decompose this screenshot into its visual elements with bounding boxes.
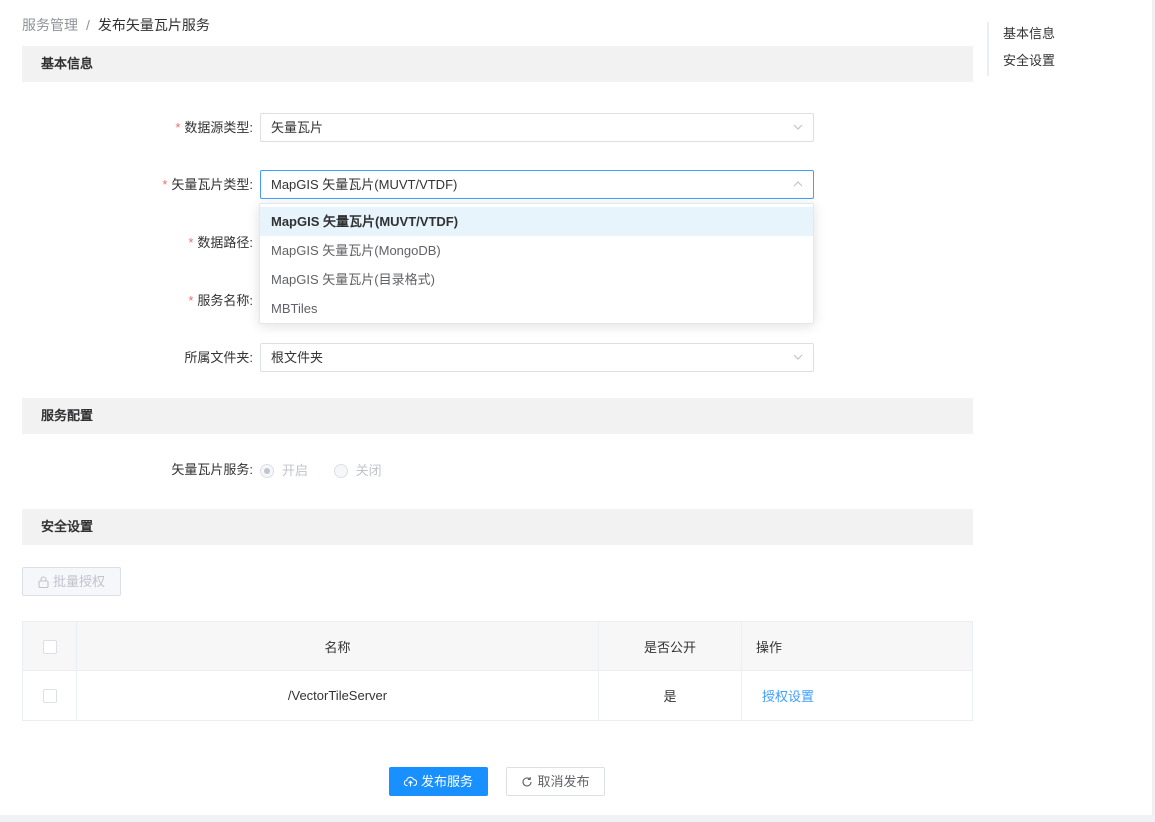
- datasource-type-value: 矢量瓦片: [271, 120, 324, 135]
- radio-disable-label: 关闭: [355, 462, 382, 478]
- radio-unchecked-icon: [333, 463, 348, 478]
- service-name-link[interactable]: /VectorTileServer: [76, 670, 599, 721]
- datasource-type-select[interactable]: 矢量瓦片: [260, 113, 814, 142]
- tile-type-value: MapGIS 矢量瓦片(MUVT/VTDF): [271, 177, 458, 192]
- required-mark: *: [188, 293, 194, 308]
- service-name-label-text: 服务名称:: [197, 293, 253, 308]
- radio-enable-label: 开启: [282, 462, 309, 478]
- vector-tile-service-radio-group: 开启 关闭: [260, 461, 382, 479]
- section-header-basic-info: 基本信息: [22, 46, 973, 82]
- batch-authorize-button[interactable]: 批量授权: [22, 567, 121, 596]
- anchor-item-basic-info[interactable]: 基本信息: [1003, 22, 1107, 49]
- anchor-item-security[interactable]: 安全设置: [1003, 49, 1107, 76]
- radio-checked-icon: [260, 463, 274, 478]
- required-mark: *: [188, 235, 194, 250]
- dropdown-option-directory[interactable]: MapGIS 矢量瓦片(目录格式): [260, 265, 813, 294]
- tile-type-label: * 矢量瓦片类型:: [0, 176, 253, 194]
- table-header-row: 名称 是否公开 操作: [22, 621, 973, 671]
- required-mark: *: [175, 120, 181, 135]
- authorization-table: 名称 是否公开 操作 /VectorTileServer 是 授权设置: [22, 621, 973, 721]
- breadcrumb-item-service-management[interactable]: 服务管理: [22, 17, 78, 33]
- column-header-operation: 操作: [741, 621, 973, 671]
- chevron-up-icon: [793, 171, 803, 198]
- dropdown-option-mbtiles[interactable]: MBTiles: [260, 294, 813, 323]
- radio-disable[interactable]: 关闭: [333, 461, 382, 480]
- authorization-settings-link[interactable]: 授权设置: [762, 689, 814, 704]
- select-all-checkbox[interactable]: [42, 639, 57, 654]
- cancel-publish-button[interactable]: 取消发布: [506, 767, 605, 796]
- tile-type-dropdown: MapGIS 矢量瓦片(MUVT/VTDF) MapGIS 矢量瓦片(Mongo…: [259, 203, 814, 324]
- publish-service-button[interactable]: 发布服务: [389, 767, 488, 796]
- cancel-publish-label: 取消发布: [537, 774, 590, 789]
- table-row: /VectorTileServer 是 授权设置: [22, 670, 973, 721]
- tile-type-select[interactable]: MapGIS 矢量瓦片(MUVT/VTDF): [260, 170, 814, 199]
- column-header-public: 是否公开: [598, 621, 742, 671]
- chevron-down-icon: [793, 114, 803, 141]
- datasource-type-label-text: 数据源类型:: [184, 120, 253, 135]
- undo-icon: [522, 777, 533, 787]
- page-bottom-bar: [0, 815, 1155, 822]
- data-path-label-text: 数据路径:: [197, 235, 253, 250]
- required-mark: *: [162, 177, 168, 192]
- radio-enable[interactable]: 开启: [260, 461, 308, 480]
- folder-select[interactable]: 根文件夹: [260, 343, 814, 372]
- anchor-nav: 基本信息 安全设置: [987, 22, 1107, 76]
- folder-value: 根文件夹: [271, 350, 324, 365]
- breadcrumb: 服务管理 / 发布矢量瓦片服务: [22, 16, 210, 34]
- dropdown-option-mongodb[interactable]: MapGIS 矢量瓦片(MongoDB): [260, 236, 813, 265]
- breadcrumb-separator: /: [86, 17, 90, 33]
- column-header-name: 名称: [76, 621, 599, 671]
- select-all-cell: [22, 621, 77, 671]
- dropdown-option-muvt-vtdf[interactable]: MapGIS 矢量瓦片(MUVT/VTDF): [260, 207, 813, 236]
- service-name-label: * 服务名称:: [0, 292, 253, 310]
- chevron-down-icon: [793, 344, 803, 371]
- data-path-label: * 数据路径:: [0, 234, 253, 252]
- public-status: 是: [598, 670, 742, 721]
- cloud-upload-icon: [403, 776, 418, 787]
- batch-authorize-label: 批量授权: [52, 574, 105, 589]
- datasource-type-label: * 数据源类型:: [0, 119, 253, 137]
- breadcrumb-item-current: 发布矢量瓦片服务: [97, 17, 210, 33]
- row-checkbox-cell: [22, 670, 77, 721]
- lock-icon: [38, 576, 49, 589]
- section-header-security: 安全设置: [22, 509, 973, 545]
- publish-service-label: 发布服务: [420, 774, 473, 789]
- row-checkbox[interactable]: [42, 689, 57, 704]
- folder-label: 所属文件夹:: [184, 350, 253, 365]
- section-header-service-config: 服务配置: [22, 398, 973, 434]
- tile-type-label-text: 矢量瓦片类型:: [171, 177, 253, 192]
- vector-tile-service-label: 矢量瓦片服务:: [171, 462, 253, 477]
